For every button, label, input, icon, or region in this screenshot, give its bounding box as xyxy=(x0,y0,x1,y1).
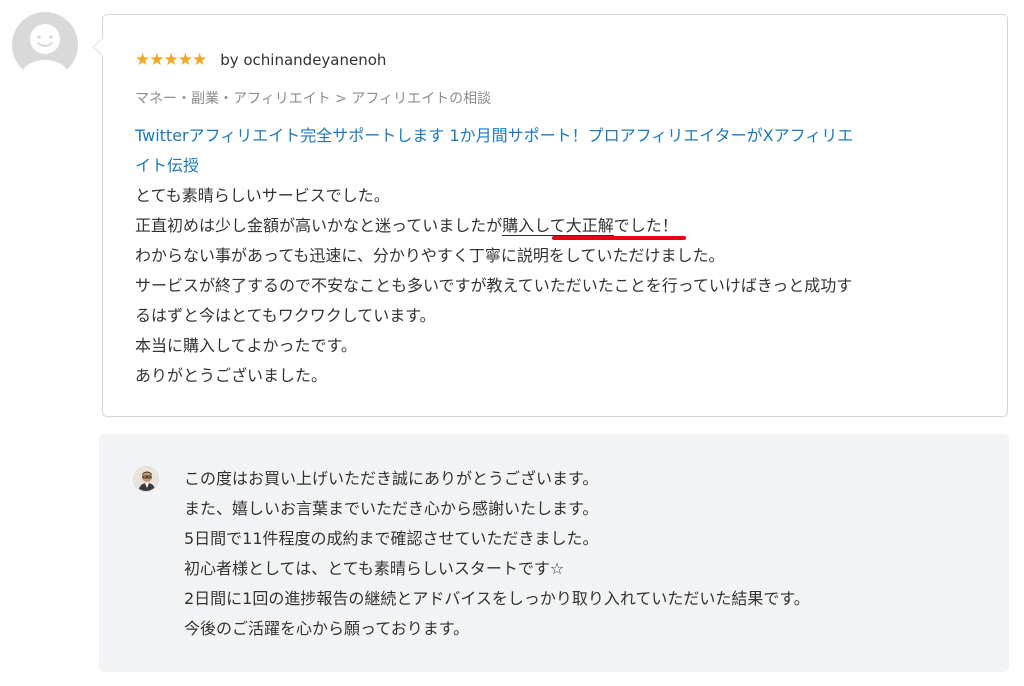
emphasized-phrase: 購入して大正解 xyxy=(502,216,614,236)
seller-reply-text: この度はお買い上げいただき誠にありがとうございます。 また、嬉しいお言葉までいた… xyxy=(184,464,984,644)
reply-text-line: 今後のご活躍を心から願っております。 xyxy=(184,619,470,638)
reply-text-line: この度はお買い上げいただき誠にありがとうございます。 xyxy=(184,469,599,488)
review-card: ★★★★★ by ochinandeyanenoh マネー・副業・アフィリエイト… xyxy=(93,14,1008,417)
service-title-line: イト伝授 xyxy=(135,156,200,175)
review-text-line: サービスが終了するので不安なことも多いですが教えていただいたことを行っていけばき… xyxy=(135,276,853,295)
reply-text-line: 2日間に1回の進捗報告の継続とアドバイスをしっかり取り入れていただいた結果です。 xyxy=(184,589,810,608)
star-rating-icon: ★★★★★ xyxy=(135,49,207,70)
reply-text-line: 初心者様としては、とても素晴らしいスタートです☆ xyxy=(184,559,565,578)
service-title-link[interactable]: Twitterアフィリエイト完全サポートします 1か月間サポート！プロアフィリエ… xyxy=(135,121,971,181)
review-text-line: わからない事があっても迅速に、分かりやすく丁寧に説明をしていただけました。 xyxy=(135,246,725,265)
review-category-breadcrumb: マネー・副業・アフィリエイト > アフィリエイトの相談 xyxy=(135,91,492,107)
rating-row: ★★★★★ by ochinandeyanenoh xyxy=(135,49,386,71)
service-title-line: Twitterアフィリエイト完全サポートします 1か月間サポート！プロアフィリエ… xyxy=(135,126,854,145)
reply-text-line: 5日間で11件程度の成約まで確認させていただきました。 xyxy=(184,529,599,548)
review-text: とても素晴らしいサービスでした。 正直初めは少し金額が高いかなと迷っていましたが… xyxy=(135,181,975,391)
seller-avatar-icon xyxy=(133,466,159,492)
seller-reply-box: この度はお買い上げいただき誠にありがとうございます。 また、嬉しいお言葉までいた… xyxy=(99,434,1009,672)
review-text-line: ありがとうございました。 xyxy=(135,366,328,385)
red-highlight-underline xyxy=(552,236,686,240)
reviewer-avatar-icon xyxy=(12,12,78,78)
review-author: by ochinandeyanenoh xyxy=(220,51,387,69)
review-text-line: 本当に購入してよかったです。 xyxy=(135,336,357,355)
reply-text-line: また、嬉しいお言葉までいただき心から感謝いたします。 xyxy=(184,499,599,518)
review-text-line: るはずと今はとてもワクワクしています。 xyxy=(135,306,436,325)
review-text-line: とても素晴らしいサービスでした。 xyxy=(135,186,390,205)
